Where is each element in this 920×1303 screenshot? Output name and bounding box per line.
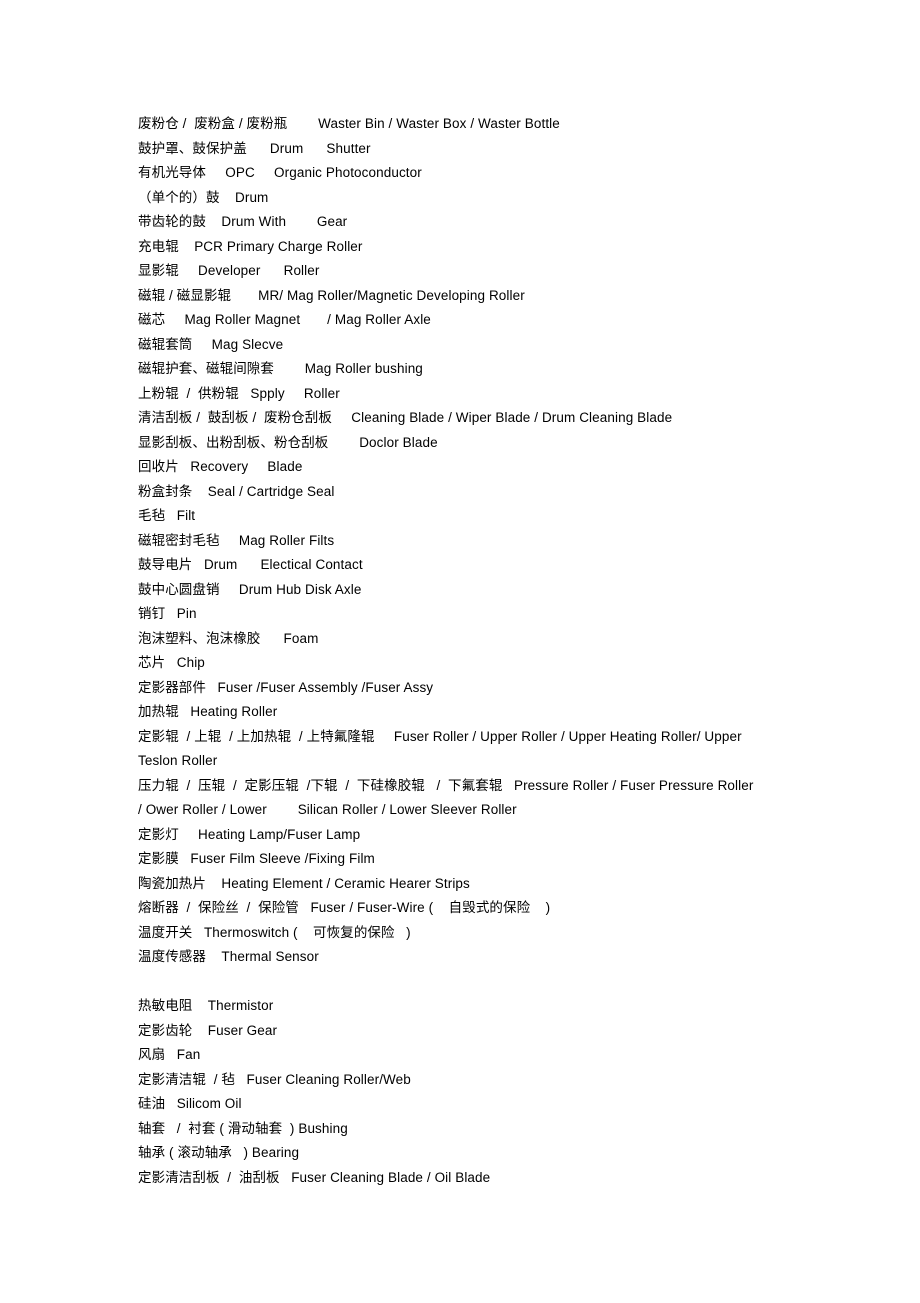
glossary-line: 熔断器 / 保险丝 / 保险管 Fuser / Fuser-Wire ( 自毁式… — [138, 900, 551, 915]
glossary-line: 毛毡 Filt — [138, 508, 196, 523]
glossary-line: （单个的）鼓 Drum — [138, 189, 269, 205]
glossary-line: 磁辊护套、磁辊间隙套 Mag Roller bushing — [138, 361, 423, 376]
glossary-line: 定影清洁辊 / 毡 Fuser Cleaning Roller/Web — [138, 1071, 411, 1087]
glossary-line: 定影器部件 Fuser /Fuser Assembly /Fuser Assy — [138, 679, 434, 695]
glossary-line: 粉盒封条 Seal / Cartridge Seal — [138, 483, 335, 499]
glossary-line: 带齿轮的鼓 Drum With Gear — [138, 214, 348, 229]
glossary-line: 加热辊 Heating Roller — [138, 704, 278, 719]
glossary-line: 定影灯 Heating Lamp/Fuser Lamp — [138, 826, 361, 842]
glossary-line: 鼓护罩、鼓保护盖 Drum Shutter — [138, 140, 371, 156]
glossary-line: 显影刮板、出粉刮板、粉仓刮板 Doclor Blade — [138, 434, 438, 450]
glossary-line: 回收片 Recovery Blade — [138, 459, 303, 474]
glossary-line: 陶瓷加热片 Heating Element / Ceramic Hearer S… — [138, 875, 470, 891]
glossary-line: 销钉 Pin — [138, 606, 197, 621]
glossary-line: 轴承 ( 滚动轴承 ) Bearing — [138, 1145, 300, 1160]
document-page: 废粉仓 / 废粉盒 / 废粉瓶 Waster Bin / Waster Box … — [0, 0, 920, 1303]
glossary-line: 温度传感器 Thermal Sensor — [138, 949, 319, 964]
glossary-line: 有机光导体 OPC Organic Photoconductor — [138, 165, 422, 180]
glossary-line: 鼓中心圆盘销 Drum Hub Disk Axle — [138, 581, 362, 597]
glossary-line: 清洁刮板 / 鼓刮板 / 废粉仓刮板 Cleaning Blade / Wipe… — [138, 410, 673, 425]
glossary-line: 定影清洁刮板 / 油刮板 Fuser Cleaning Blade / Oil … — [138, 1169, 491, 1185]
glossary-line: 热敏电阻 Thermistor — [138, 998, 274, 1013]
glossary-line: 压力辊 / 压辊 / 定影压辊 /下辊 / 下硅橡胶辊 / 下氟套辊 Press… — [138, 777, 758, 818]
glossary-line: 温度开关 Thermoswitch ( 可恢复的保险 ) — [138, 924, 411, 940]
glossary-line: 磁芯 Mag Roller Magnet / Mag Roller Axle — [138, 312, 431, 327]
glossary-line: 风扇 Fan — [138, 1047, 201, 1062]
glossary-line: 硅油 Silicom Oil — [138, 1096, 242, 1111]
glossary-line: 上粉辊 / 供粉辊 Spply Roller — [138, 385, 340, 401]
glossary-line: 芯片 Chip — [138, 655, 205, 670]
glossary-line: 定影齿轮 Fuser Gear — [138, 1022, 278, 1038]
glossary-line: 磁辊密封毛毡 Mag Roller Filts — [138, 532, 335, 548]
glossary-line: 显影辊 Developer Roller — [138, 263, 320, 278]
glossary-line: 轴套 / 衬套 ( 滑动轴套 ) Bushing — [138, 1120, 348, 1136]
glossary-line: 鼓导电片 Drum Electical Contact — [138, 557, 363, 572]
glossary-line: 充电辊 PCR Primary Charge Roller — [138, 238, 363, 254]
glossary-line: 磁辊 / 磁显影辊 MR/ Mag Roller/Magnetic Develo… — [138, 287, 525, 303]
glossary-line: 定影膜 Fuser Film Sleeve /Fixing Film — [138, 851, 375, 866]
glossary-line: 磁辊套筒 Mag Slecve — [138, 336, 284, 352]
glossary-line: 定影辊 / 上辊 / 上加热辊 / 上特氟隆辊 Fuser Roller / U… — [138, 728, 746, 769]
glossary-text-block: 废粉仓 / 废粉盒 / 废粉瓶 Waster Bin / Waster Box … — [138, 112, 758, 1190]
glossary-line: 废粉仓 / 废粉盒 / 废粉瓶 Waster Bin / Waster Box … — [138, 116, 560, 131]
glossary-line: 泡沫塑料、泡沫橡胶 Foam — [138, 630, 319, 646]
